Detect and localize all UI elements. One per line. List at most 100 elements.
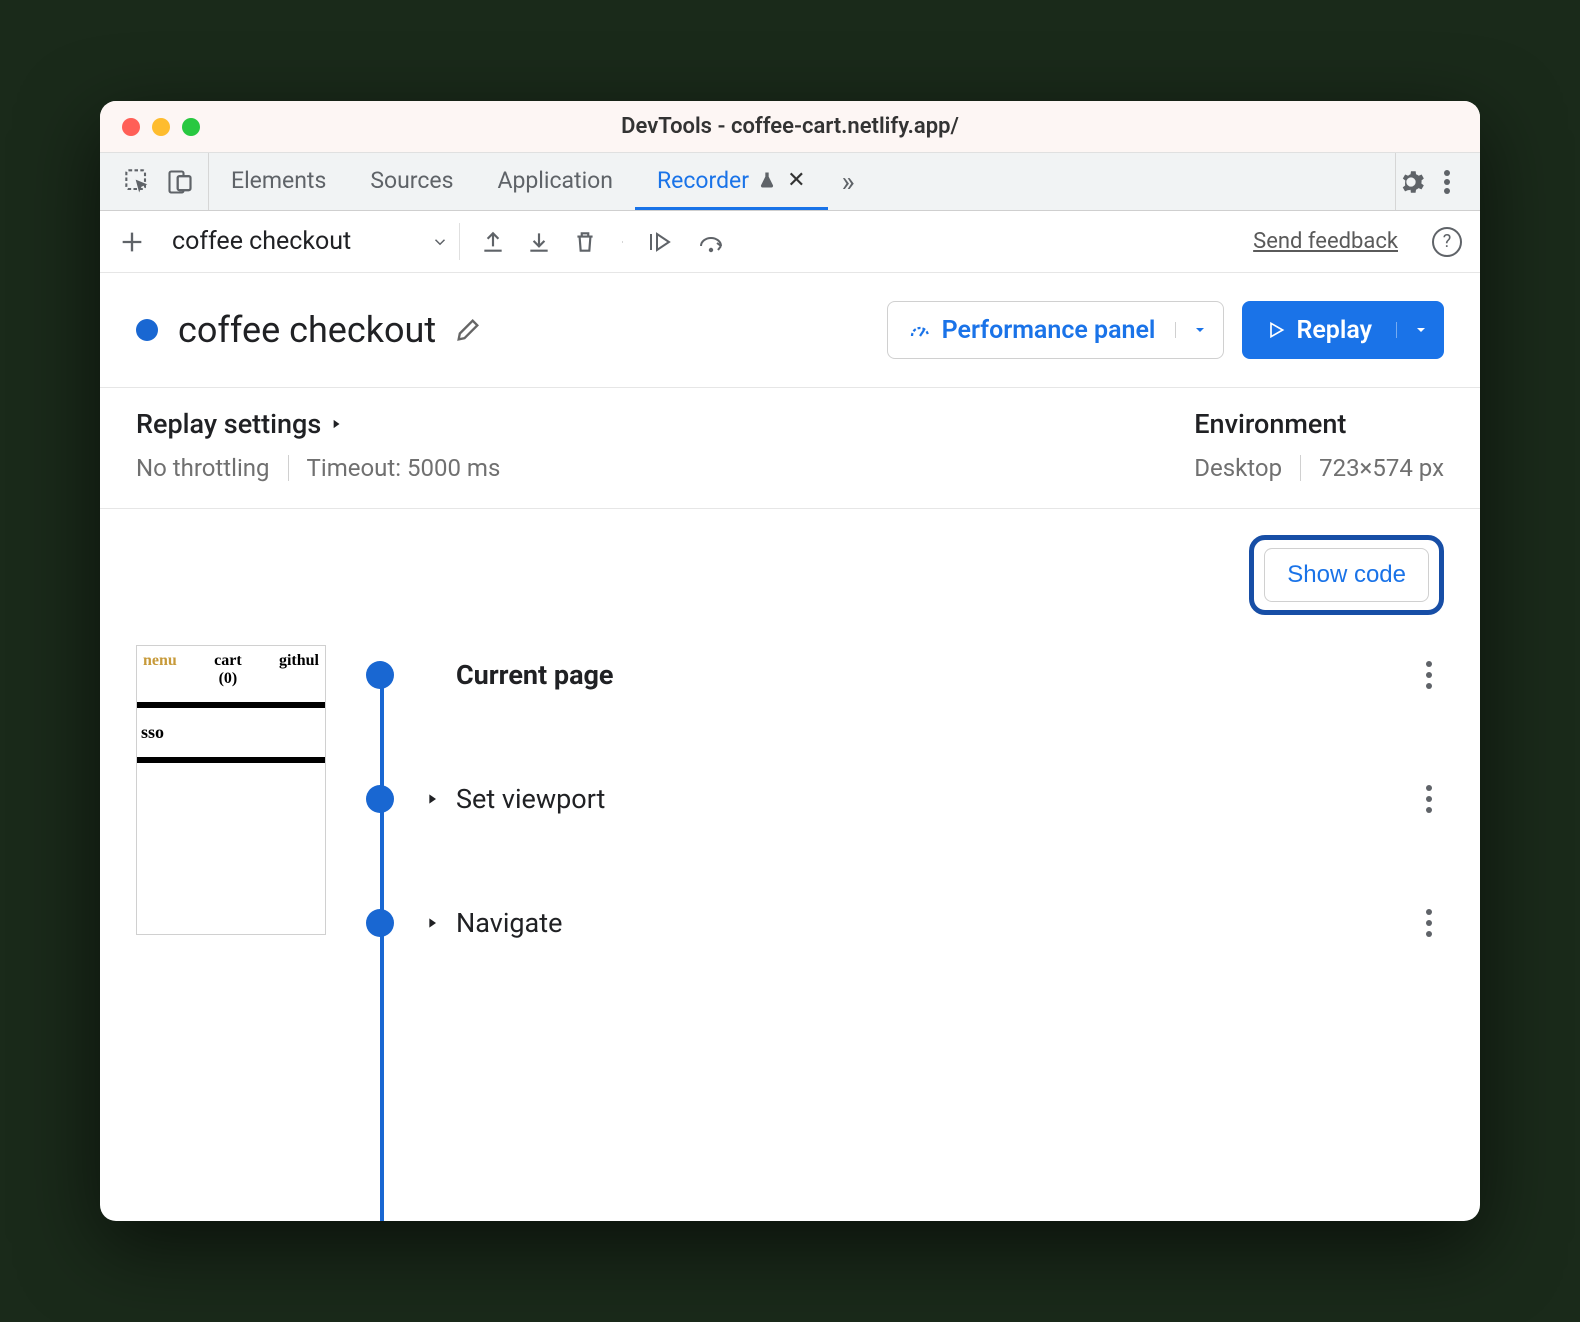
kebab-icon	[1443, 169, 1451, 195]
toolbar-divider	[622, 241, 623, 243]
environment-values: Desktop 723×574 px	[1194, 454, 1444, 482]
performance-panel-label: Performance panel	[942, 316, 1156, 345]
main-menu-button[interactable]	[1432, 167, 1462, 197]
thumb-divider	[137, 702, 325, 708]
step-menu-button[interactable]	[1414, 661, 1444, 689]
replay-button-group: Replay	[1242, 301, 1444, 359]
replay-dropdown[interactable]	[1396, 322, 1444, 338]
panel-tabs: Elements Sources Application Recorder ✕	[209, 153, 828, 210]
recorder-toolbar: coffee checkout Send feedback ?	[100, 211, 1480, 273]
thumb-cart-count: (0)	[219, 670, 238, 687]
thumb-divider	[137, 757, 325, 763]
device-toggle-icon[interactable]	[166, 168, 194, 196]
step-menu-button[interactable]	[1414, 909, 1444, 937]
showcode-row: Show code	[100, 509, 1480, 635]
more-tabs-glyph: »	[842, 165, 855, 198]
continue-button[interactable]	[647, 229, 677, 255]
timeline-dot	[366, 909, 394, 937]
close-window-button[interactable]	[122, 118, 140, 136]
recording-title: coffee checkout	[178, 309, 436, 351]
tab-elements-label: Elements	[231, 167, 326, 194]
help-button[interactable]: ?	[1432, 227, 1462, 257]
caret-right-icon	[424, 791, 440, 807]
tab-elements[interactable]: Elements	[209, 153, 348, 210]
more-tabs-button[interactable]: »	[828, 153, 869, 210]
new-recording-button[interactable]	[118, 228, 146, 256]
performance-panel-button[interactable]: Performance panel	[888, 316, 1176, 345]
delete-button[interactable]	[572, 229, 598, 255]
environment-dimensions: 723×574 px	[1319, 454, 1444, 482]
replay-button[interactable]: Replay	[1242, 316, 1396, 345]
steps-timeline: Current page Set viewport Navigate	[356, 645, 1444, 1221]
tab-application-label: Application	[497, 167, 613, 194]
step-label: Set viewport	[456, 783, 605, 815]
environment-heading: Environment	[1194, 408, 1444, 440]
tab-sources[interactable]: Sources	[348, 153, 475, 210]
recording-selector-label: coffee checkout	[172, 227, 351, 256]
tab-recorder-label: Recorder	[657, 167, 749, 194]
devtools-tabbar: Elements Sources Application Recorder ✕ …	[100, 153, 1480, 211]
minimize-window-button[interactable]	[152, 118, 170, 136]
show-code-button[interactable]: Show code	[1264, 548, 1429, 602]
tabbar-left-tools	[110, 153, 209, 210]
environment-block: Environment Desktop 723×574 px	[1194, 408, 1444, 482]
recording-status-dot	[136, 319, 158, 341]
replay-settings-block: Replay settings No throttling Timeout: 5…	[136, 408, 500, 482]
replay-button-label: Replay	[1296, 316, 1372, 345]
replay-settings-heading[interactable]: Replay settings	[136, 408, 500, 440]
titlebar: DevTools - coffee-cart.netlify.app/	[100, 101, 1480, 153]
thumb-github-text: githul	[279, 652, 319, 688]
window-title: DevTools - coffee-cart.netlify.app/	[100, 114, 1480, 139]
settings-divider	[1300, 455, 1301, 481]
caret-right-icon	[329, 417, 343, 431]
steps-area: nenu cart (0) githul sso Current page	[100, 635, 1480, 1221]
tab-close-button[interactable]: ✕	[787, 168, 805, 193]
performance-panel-dropdown[interactable]	[1175, 322, 1223, 338]
chevron-down-icon	[431, 233, 449, 251]
export-button[interactable]	[480, 229, 506, 255]
environment-device: Desktop	[1194, 454, 1282, 482]
step-thumbnail: nenu cart (0) githul sso	[136, 645, 326, 935]
recording-selector[interactable]: coffee checkout	[162, 223, 460, 260]
gear-icon	[1397, 168, 1425, 196]
settings-divider	[288, 455, 289, 481]
caret-down-icon	[1413, 322, 1429, 338]
settings-button[interactable]	[1396, 167, 1426, 197]
send-feedback-link[interactable]: Send feedback	[1253, 229, 1398, 254]
gauge-icon	[908, 318, 932, 342]
window-controls	[122, 118, 200, 136]
step-navigate[interactable]: Navigate	[356, 893, 1444, 953]
throttling-value: No throttling	[136, 454, 270, 482]
maximize-window-button[interactable]	[182, 118, 200, 136]
step-label: Current page	[456, 659, 614, 691]
step-over-button[interactable]	[697, 229, 727, 255]
timeline-dot	[366, 661, 394, 689]
step-current-page[interactable]: Current page	[356, 645, 1444, 705]
thumb-cart-label: cart	[214, 652, 242, 669]
play-icon	[1266, 320, 1286, 340]
devtools-window: DevTools - coffee-cart.netlify.app/ Elem…	[100, 101, 1480, 1221]
recording-actions	[480, 229, 727, 255]
recording-header: coffee checkout Performance panel Replay	[100, 273, 1480, 388]
caret-down-icon	[1192, 322, 1208, 338]
thumb-item-text: sso	[137, 722, 325, 743]
step-menu-button[interactable]	[1414, 785, 1444, 813]
replay-settings-label: Replay settings	[136, 408, 321, 440]
edit-title-button[interactable]	[454, 316, 482, 344]
tabbar-right-tools	[1395, 153, 1480, 210]
caret-right-icon	[424, 915, 440, 931]
import-button[interactable]	[526, 229, 552, 255]
timeout-value: Timeout: 5000 ms	[307, 454, 501, 482]
showcode-highlight: Show code	[1249, 535, 1444, 615]
settings-row: Replay settings No throttling Timeout: 5…	[100, 388, 1480, 509]
timeline-dot	[366, 785, 394, 813]
tab-recorder[interactable]: Recorder ✕	[635, 153, 828, 210]
flask-icon	[757, 170, 777, 190]
inspect-element-icon[interactable]	[124, 168, 152, 196]
tab-sources-label: Sources	[370, 167, 453, 194]
step-set-viewport[interactable]: Set viewport	[356, 769, 1444, 829]
thumb-menu-text: nenu	[143, 652, 177, 688]
step-label: Navigate	[456, 907, 562, 939]
tab-application[interactable]: Application	[475, 153, 635, 210]
performance-panel-button-group: Performance panel	[887, 301, 1225, 359]
